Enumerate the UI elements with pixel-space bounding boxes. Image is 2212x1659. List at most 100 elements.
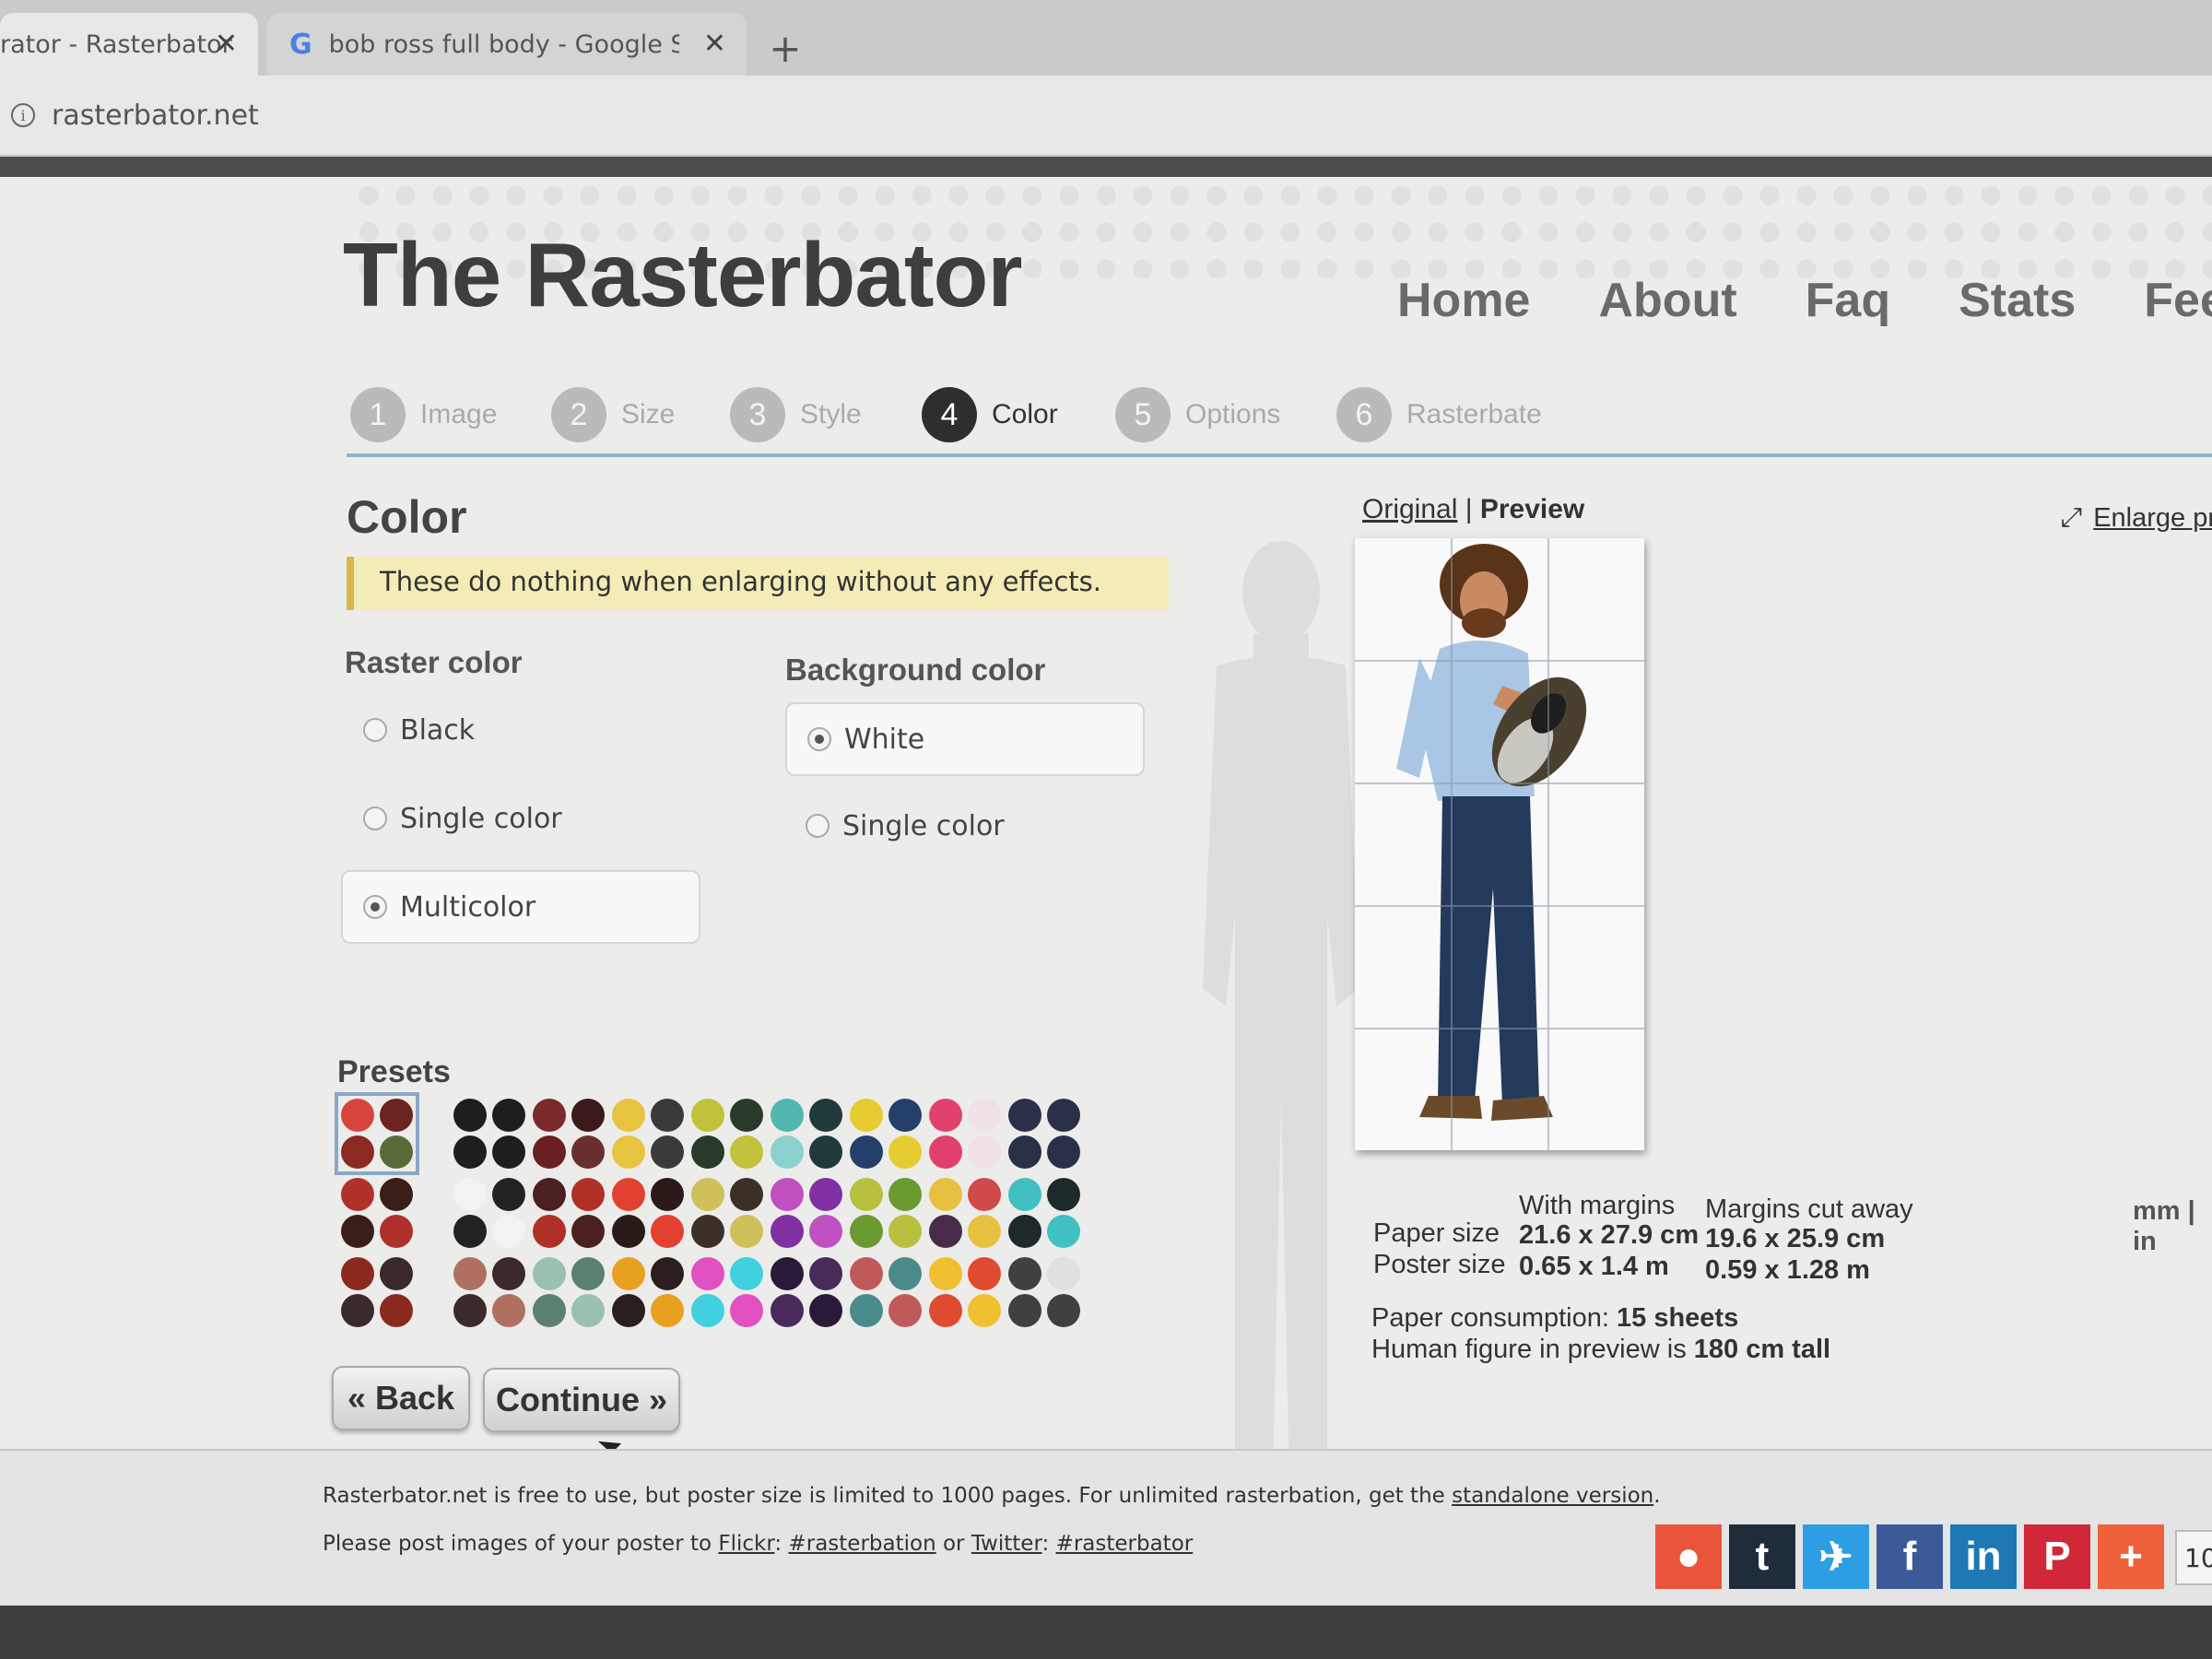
preset-dot: [612, 1294, 645, 1327]
preset-dot: [492, 1215, 525, 1248]
color-preset-swatch[interactable]: [689, 1176, 765, 1250]
reddit-icon[interactable]: ●: [1655, 1524, 1722, 1589]
enlarge-preview-link[interactable]: ⤢ Enlarge pr: [2061, 503, 2212, 534]
raster-option-black[interactable]: Black: [343, 693, 702, 767]
nav-about[interactable]: About: [1598, 273, 1736, 328]
standalone-version-link[interactable]: standalone version: [1452, 1484, 1653, 1508]
preset-dot: [533, 1257, 566, 1290]
site-logo[interactable]: The Rasterbator: [343, 223, 1023, 327]
color-preset-swatch[interactable]: [531, 1176, 606, 1250]
tab-close-icon[interactable]: ✕: [703, 28, 726, 60]
radio-button-selected[interactable]: [363, 895, 387, 919]
color-preset-swatch[interactable]: [689, 1255, 765, 1329]
preset-dot: [533, 1215, 566, 1248]
step-size[interactable]: 2 Size: [551, 387, 675, 442]
section-title: Color: [347, 491, 467, 543]
flickr-tag-link[interactable]: #rasterbation: [788, 1532, 935, 1556]
preset-dot: [1008, 1257, 1041, 1290]
color-preset-swatch[interactable]: [1006, 1255, 1082, 1329]
preset-dot: [612, 1135, 645, 1169]
radio-button[interactable]: [363, 718, 387, 742]
tumblr-icon[interactable]: t: [1729, 1524, 1795, 1589]
preset-dot: [380, 1294, 413, 1327]
step-number: 4: [922, 387, 977, 442]
color-preset-swatch[interactable]: [769, 1176, 844, 1250]
pinterest-icon[interactable]: P: [2024, 1524, 2090, 1589]
footer-text: Please post images of your poster to: [323, 1532, 712, 1556]
step-number: 3: [730, 387, 785, 442]
address-bar[interactable]: i rasterbator.net: [0, 76, 2212, 157]
radio-button-selected[interactable]: [807, 727, 831, 751]
color-preset-swatch[interactable]: [848, 1255, 924, 1329]
step-rasterbate[interactable]: 6 Rasterbate: [1336, 387, 1542, 442]
color-preset-swatch[interactable]: [1006, 1097, 1082, 1171]
browser-tab-google-search[interactable]: G bob ross full body - Google Searc ✕: [267, 13, 747, 76]
preset-dot: [453, 1135, 487, 1169]
back-button[interactable]: « Back: [332, 1366, 470, 1430]
nav-faq[interactable]: Faq: [1806, 273, 1890, 328]
new-tab-button[interactable]: +: [756, 22, 815, 74]
preset-dot: [850, 1099, 883, 1132]
color-preset-swatch[interactable]: [610, 1176, 686, 1250]
linkedin-icon[interactable]: in: [1950, 1524, 2017, 1589]
step-options[interactable]: 5 Options: [1115, 387, 1280, 442]
color-preset-swatch[interactable]: [531, 1255, 606, 1329]
color-preset-swatch[interactable]: [452, 1255, 527, 1329]
poster-preview[interactable]: [1355, 538, 1644, 1150]
step-style[interactable]: 3 Style: [730, 387, 862, 442]
preset-dot: [612, 1099, 645, 1132]
color-preset-swatch[interactable]: [610, 1255, 686, 1329]
preset-dot: [968, 1178, 1001, 1211]
bg-option-single-color[interactable]: Single color: [785, 789, 1145, 863]
color-preset-swatch[interactable]: [610, 1097, 686, 1171]
preset-dot: [571, 1215, 605, 1248]
tab-close-icon[interactable]: ✕: [215, 28, 238, 60]
color-preset-swatch[interactable]: [769, 1255, 844, 1329]
more-icon[interactable]: +: [2098, 1524, 2164, 1589]
units-toggle[interactable]: mm | in: [2133, 1196, 2212, 1257]
preset-dot: [691, 1099, 724, 1132]
color-preset-swatch[interactable]: [531, 1097, 606, 1171]
footer-text: Rasterbator.net is free to use, but post…: [323, 1484, 1445, 1508]
radio-button[interactable]: [806, 814, 830, 838]
original-link[interactable]: Original: [1362, 494, 1457, 524]
preset-dot: [571, 1294, 605, 1327]
color-preset-swatch[interactable]: [848, 1097, 924, 1171]
preview-link[interactable]: Preview: [1480, 494, 1584, 524]
url-text[interactable]: rasterbator.net: [52, 100, 259, 132]
color-preset-swatch[interactable]: [452, 1176, 527, 1250]
raster-option-single-color[interactable]: Single color: [343, 782, 702, 855]
color-preset-swatch[interactable]: [927, 1176, 1003, 1250]
color-preset-swatch[interactable]: [339, 1176, 415, 1250]
color-preset-swatch[interactable]: [339, 1255, 415, 1329]
twitter-icon[interactable]: ✈: [1803, 1524, 1869, 1589]
flickr-link[interactable]: Flickr: [718, 1532, 774, 1556]
color-preset-swatch[interactable]: [1006, 1176, 1082, 1250]
bg-option-white[interactable]: White: [785, 702, 1145, 776]
nav-home[interactable]: Home: [1397, 273, 1530, 328]
raster-option-multicolor[interactable]: Multicolor: [341, 870, 700, 944]
color-preset-swatch[interactable]: [452, 1097, 527, 1171]
twitter-tag-link[interactable]: #rasterbator: [1056, 1532, 1194, 1556]
continue-button[interactable]: Continue »: [483, 1368, 680, 1432]
step-color[interactable]: 4 Color: [922, 387, 1058, 442]
nav-stats[interactable]: Stats: [1959, 273, 2076, 328]
step-image[interactable]: 1 Image: [350, 387, 497, 442]
preset-dot: [571, 1099, 605, 1132]
color-preset-swatch[interactable]: [927, 1097, 1003, 1171]
preset-dot: [533, 1294, 566, 1327]
color-preset-swatch[interactable]: [769, 1097, 844, 1171]
color-preset-swatch[interactable]: [848, 1176, 924, 1250]
facebook-icon[interactable]: f: [1877, 1524, 1943, 1589]
toggle-separator: |: [1465, 494, 1473, 524]
color-preset-swatch[interactable]: [927, 1255, 1003, 1329]
preset-dot: [691, 1135, 724, 1169]
radio-button[interactable]: [363, 806, 387, 830]
site-info-icon[interactable]: i: [11, 103, 35, 127]
preset-dot: [651, 1099, 684, 1132]
browser-tab-rasterbator[interactable]: rator - Rasterbator ✕: [0, 13, 258, 76]
nav-feedback[interactable]: Feedb: [2144, 273, 2212, 328]
twitter-link[interactable]: Twitter: [971, 1532, 1042, 1556]
color-preset-swatch[interactable]: [335, 1092, 419, 1175]
color-preset-swatch[interactable]: [689, 1097, 765, 1171]
